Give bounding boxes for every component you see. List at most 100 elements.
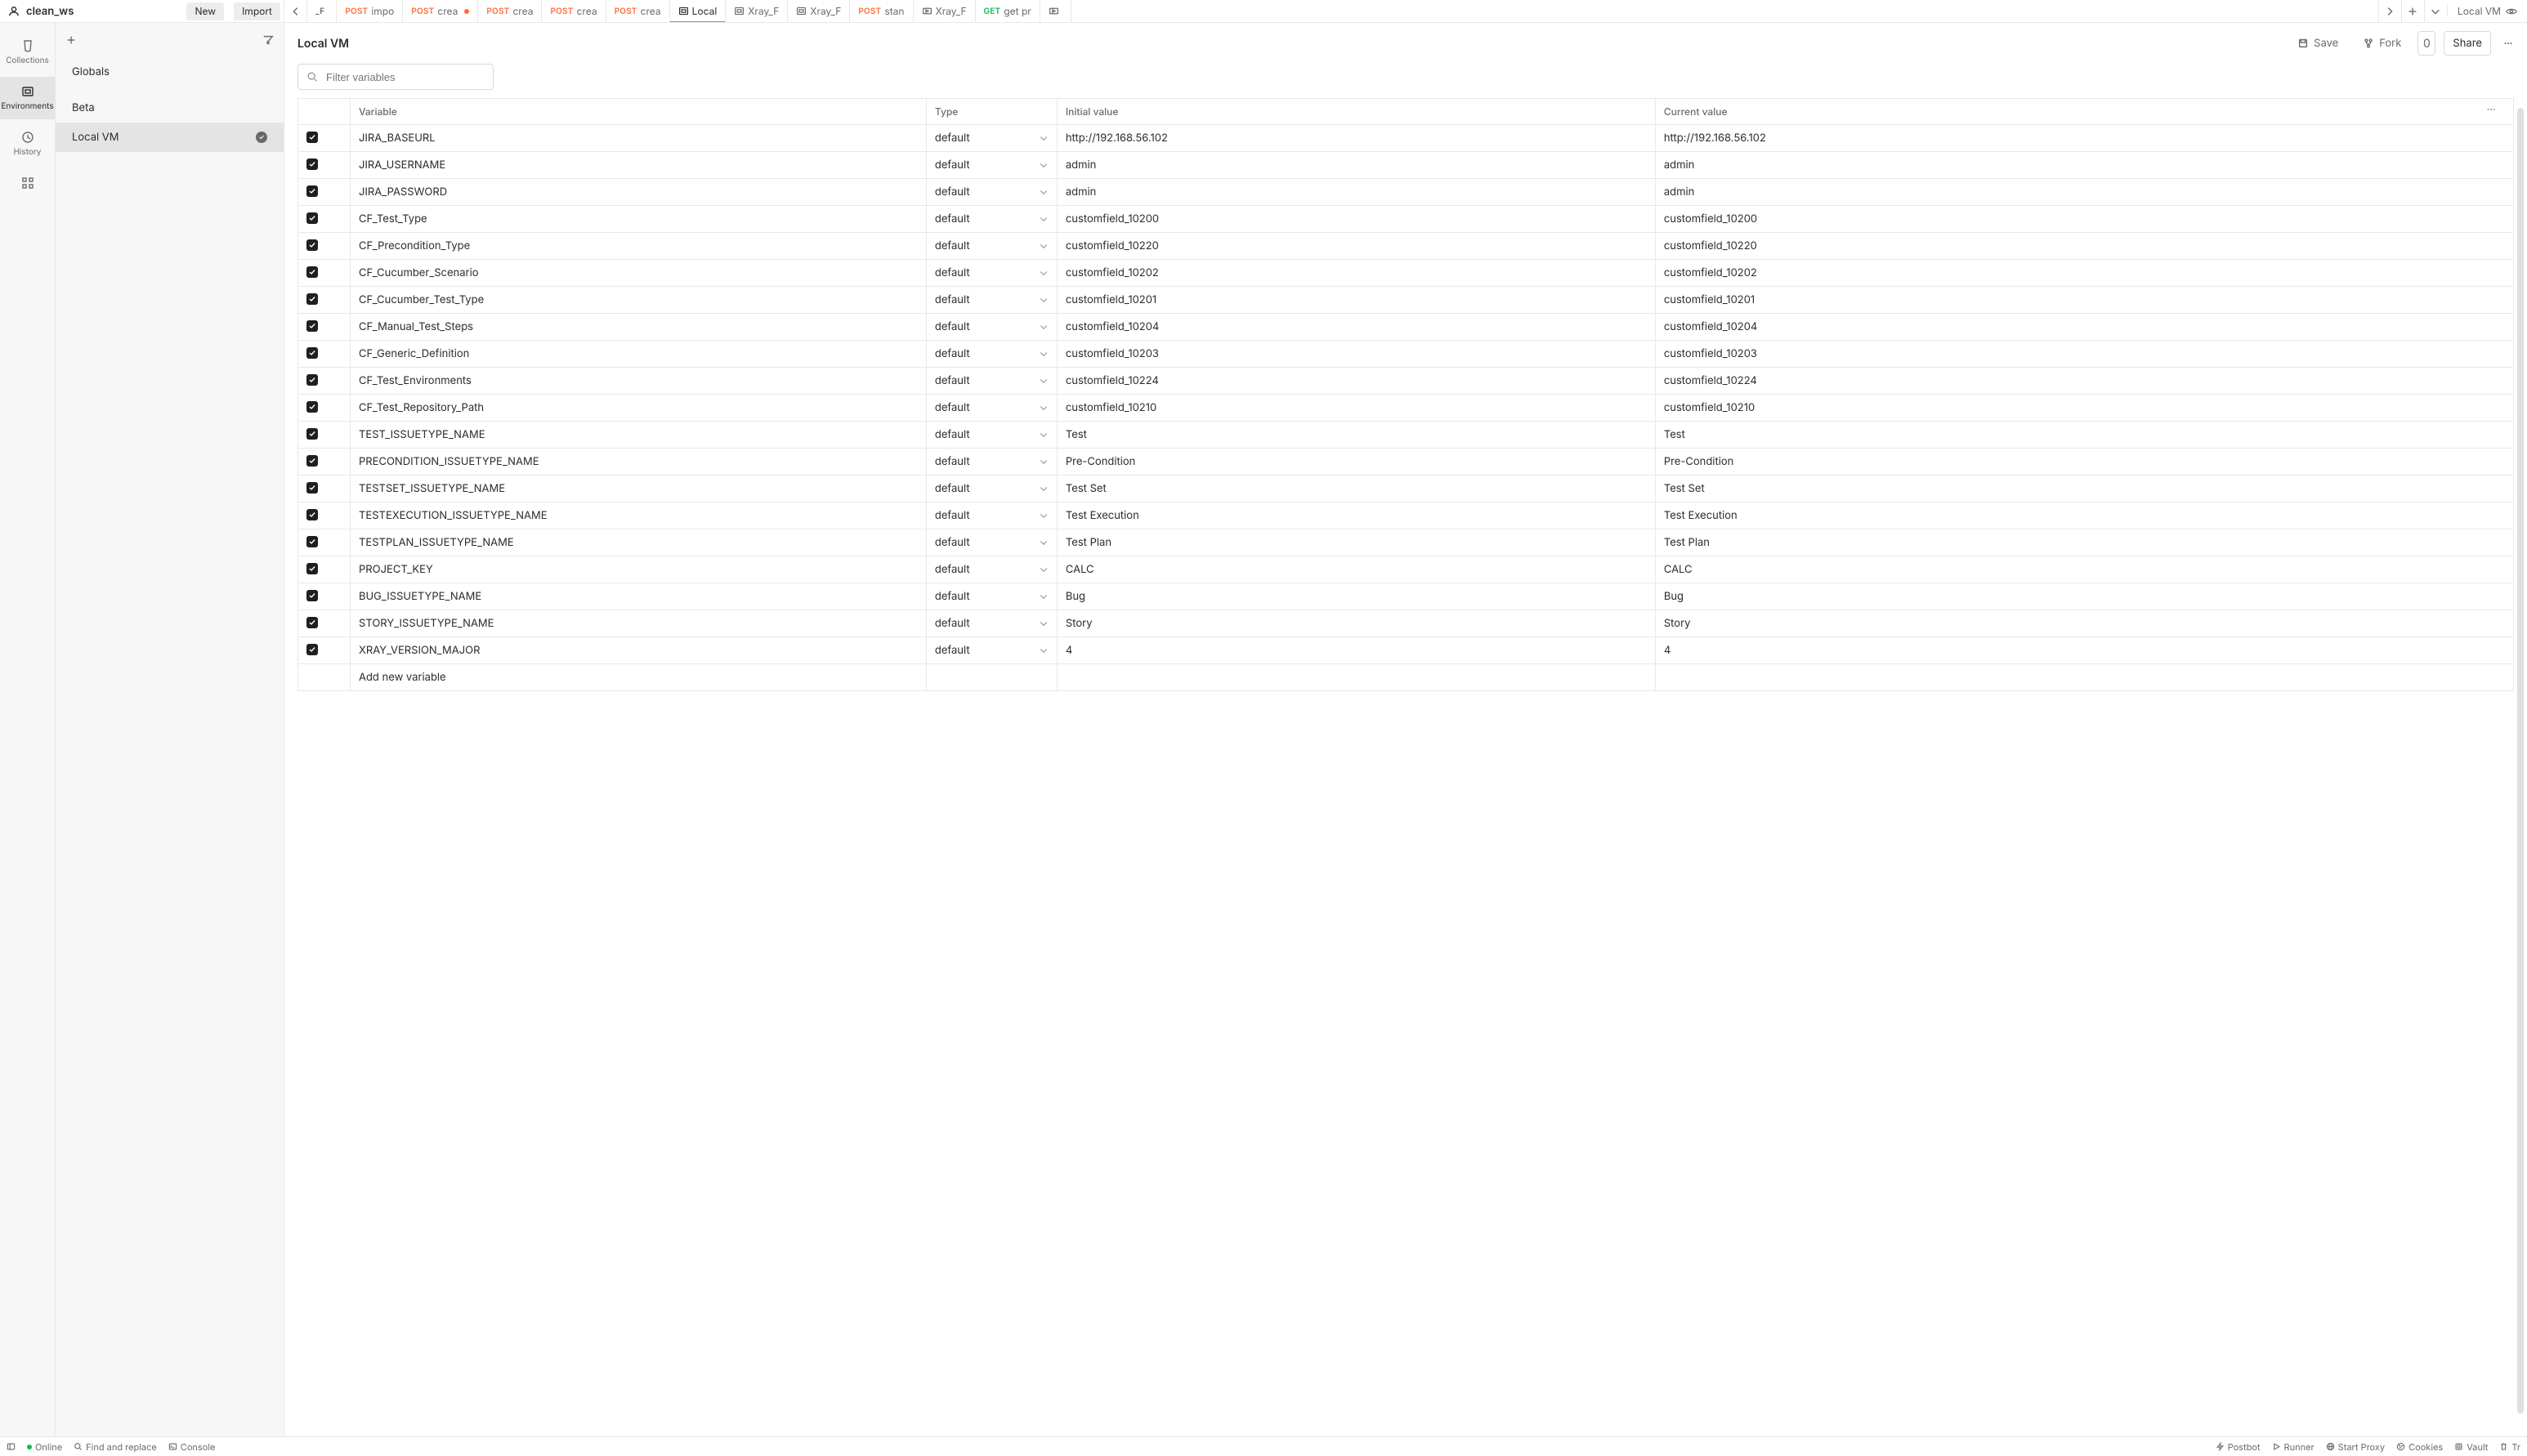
tab-0[interactable]: _F xyxy=(307,0,337,22)
current-value-cell[interactable]: customfield_10220 xyxy=(1655,233,2513,260)
initial-value-cell[interactable]: Bug xyxy=(1057,583,1655,610)
initial-value-cell[interactable]: customfield_10220 xyxy=(1057,233,1655,260)
rail-collections[interactable]: Collections xyxy=(0,31,55,74)
tab-9[interactable]: POSTstan xyxy=(850,0,913,22)
current-value-cell[interactable]: Test Execution xyxy=(1655,502,2513,529)
variable-name-cell[interactable]: CF_Cucumber_Test_Type xyxy=(351,287,927,314)
variable-enabled-checkbox[interactable] xyxy=(306,401,318,413)
variable-type-cell[interactable]: default xyxy=(926,502,1057,529)
status-online[interactable]: Online xyxy=(27,1441,62,1453)
tabs-scroll-left[interactable] xyxy=(284,0,307,22)
current-value-cell[interactable]: customfield_10200 xyxy=(1655,206,2513,233)
variable-type-cell[interactable]: default xyxy=(926,422,1057,449)
variable-type-cell[interactable]: default xyxy=(926,125,1057,152)
create-environment-icon[interactable] xyxy=(65,34,77,46)
variable-type-cell[interactable]: default xyxy=(926,368,1057,395)
share-button[interactable]: Share xyxy=(2444,31,2491,56)
tab-8[interactable]: Xray_F xyxy=(788,0,850,22)
variable-name-cell[interactable]: TEST_ISSUETYPE_NAME xyxy=(351,422,927,449)
tab-12[interactable] xyxy=(1040,0,1071,22)
variable-name-cell[interactable]: CF_Generic_Definition xyxy=(351,341,927,368)
variable-enabled-checkbox[interactable] xyxy=(306,132,318,143)
toggle-sidebar[interactable] xyxy=(7,1442,16,1451)
initial-value-cell[interactable]: customfield_10200 xyxy=(1057,206,1655,233)
column-options-icon[interactable] xyxy=(2485,104,2497,118)
variable-enabled-checkbox[interactable] xyxy=(306,293,318,305)
variable-type-cell[interactable]: default xyxy=(926,233,1057,260)
import-button[interactable]: Import xyxy=(234,2,280,20)
variable-type-cell[interactable]: default xyxy=(926,476,1057,502)
initial-value-cell[interactable]: Test Execution xyxy=(1057,502,1655,529)
workspace-name[interactable]: clean_ws xyxy=(26,5,180,18)
current-value-cell[interactable]: customfield_10204 xyxy=(1655,314,2513,341)
variable-type-cell[interactable]: default xyxy=(926,152,1057,179)
new-tab-button[interactable] xyxy=(2401,0,2424,22)
variable-name-cell[interactable]: PROJECT_KEY xyxy=(351,556,927,583)
variable-type-cell[interactable]: default xyxy=(926,556,1057,583)
variable-name-cell[interactable]: CF_Test_Repository_Path xyxy=(351,395,927,422)
variable-type-cell[interactable]: default xyxy=(926,583,1057,610)
tab-4[interactable]: POSTcrea xyxy=(542,0,606,22)
variable-type-cell[interactable]: default xyxy=(926,449,1057,476)
initial-value-cell[interactable]: customfield_10203 xyxy=(1057,341,1655,368)
variable-name-cell[interactable]: BUG_ISSUETYPE_NAME xyxy=(351,583,927,610)
tab-7[interactable]: Xray_F xyxy=(726,0,788,22)
status-postbot[interactable]: Postbot xyxy=(2216,1441,2261,1453)
status-cookies[interactable]: Cookies xyxy=(2396,1441,2443,1453)
rail-environments[interactable]: Environments xyxy=(0,77,55,119)
current-value-cell[interactable]: customfield_10224 xyxy=(1655,368,2513,395)
variable-name-cell[interactable]: JIRA_USERNAME xyxy=(351,152,927,179)
tab-11[interactable]: GETget pr xyxy=(976,0,1040,22)
current-value-cell[interactable]: Pre-Condition xyxy=(1655,449,2513,476)
variable-type-cell[interactable]: default xyxy=(926,637,1057,664)
variable-enabled-checkbox[interactable] xyxy=(306,617,318,628)
more-actions-icon[interactable] xyxy=(2502,38,2514,49)
variable-name-cell[interactable]: CF_Manual_Test_Steps xyxy=(351,314,927,341)
initial-value-cell[interactable]: customfield_10224 xyxy=(1057,368,1655,395)
fork-button[interactable]: Fork xyxy=(2355,31,2409,56)
variable-type-cell[interactable]: default xyxy=(926,206,1057,233)
rail-history[interactable]: History xyxy=(0,123,55,165)
active-environment-label[interactable]: Local VM xyxy=(2458,5,2501,17)
environment-item[interactable]: Beta xyxy=(56,93,284,123)
status-vault[interactable]: Vault xyxy=(2454,1441,2488,1453)
environment-item[interactable]: Local VM xyxy=(56,123,284,152)
initial-value-cell[interactable]: admin xyxy=(1057,152,1655,179)
add-variable-row[interactable]: Add new variable xyxy=(298,664,2514,691)
current-value-cell[interactable]: Test Plan xyxy=(1655,529,2513,556)
variable-name-cell[interactable]: PRECONDITION_ISSUETYPE_NAME xyxy=(351,449,927,476)
variable-type-cell[interactable]: default xyxy=(926,179,1057,206)
current-value-cell[interactable]: Test Set xyxy=(1655,476,2513,502)
variable-enabled-checkbox[interactable] xyxy=(306,266,318,278)
initial-value-cell[interactable]: Pre-Condition xyxy=(1057,449,1655,476)
current-value-cell[interactable]: 4 xyxy=(1655,637,2513,664)
initial-value-cell[interactable]: customfield_10204 xyxy=(1057,314,1655,341)
variable-enabled-checkbox[interactable] xyxy=(306,455,318,467)
status-console[interactable]: Console xyxy=(168,1441,216,1453)
variable-type-cell[interactable]: default xyxy=(926,341,1057,368)
variable-name-cell[interactable]: CF_Test_Environments xyxy=(351,368,927,395)
filter-variables-input[interactable] xyxy=(324,70,485,84)
initial-value-cell[interactable]: http://192.168.56.102 xyxy=(1057,125,1655,152)
variable-name-cell[interactable]: JIRA_BASEURL xyxy=(351,125,927,152)
variable-name-cell[interactable]: CF_Test_Type xyxy=(351,206,927,233)
tab-1[interactable]: POSTimpo xyxy=(337,0,403,22)
variable-enabled-checkbox[interactable] xyxy=(306,536,318,547)
variable-enabled-checkbox[interactable] xyxy=(306,563,318,574)
current-value-cell[interactable]: http://192.168.56.102 xyxy=(1655,125,2513,152)
initial-value-cell[interactable]: CALC xyxy=(1057,556,1655,583)
variable-enabled-checkbox[interactable] xyxy=(306,212,318,224)
save-button[interactable]: Save xyxy=(2289,31,2346,56)
current-value-cell[interactable]: CALC xyxy=(1655,556,2513,583)
tab-2[interactable]: POSTcrea xyxy=(403,0,478,22)
new-button[interactable]: New xyxy=(186,2,224,20)
variable-enabled-checkbox[interactable] xyxy=(306,590,318,601)
variable-enabled-checkbox[interactable] xyxy=(306,428,318,440)
variable-type-cell[interactable]: default xyxy=(926,287,1057,314)
sidebar-globals[interactable]: Globals xyxy=(56,57,284,87)
variable-enabled-checkbox[interactable] xyxy=(306,347,318,359)
tab-10[interactable]: Xray_F xyxy=(914,0,976,22)
initial-value-cell[interactable]: Test xyxy=(1057,422,1655,449)
variable-name-cell[interactable]: JIRA_PASSWORD xyxy=(351,179,927,206)
variable-type-cell[interactable]: default xyxy=(926,314,1057,341)
